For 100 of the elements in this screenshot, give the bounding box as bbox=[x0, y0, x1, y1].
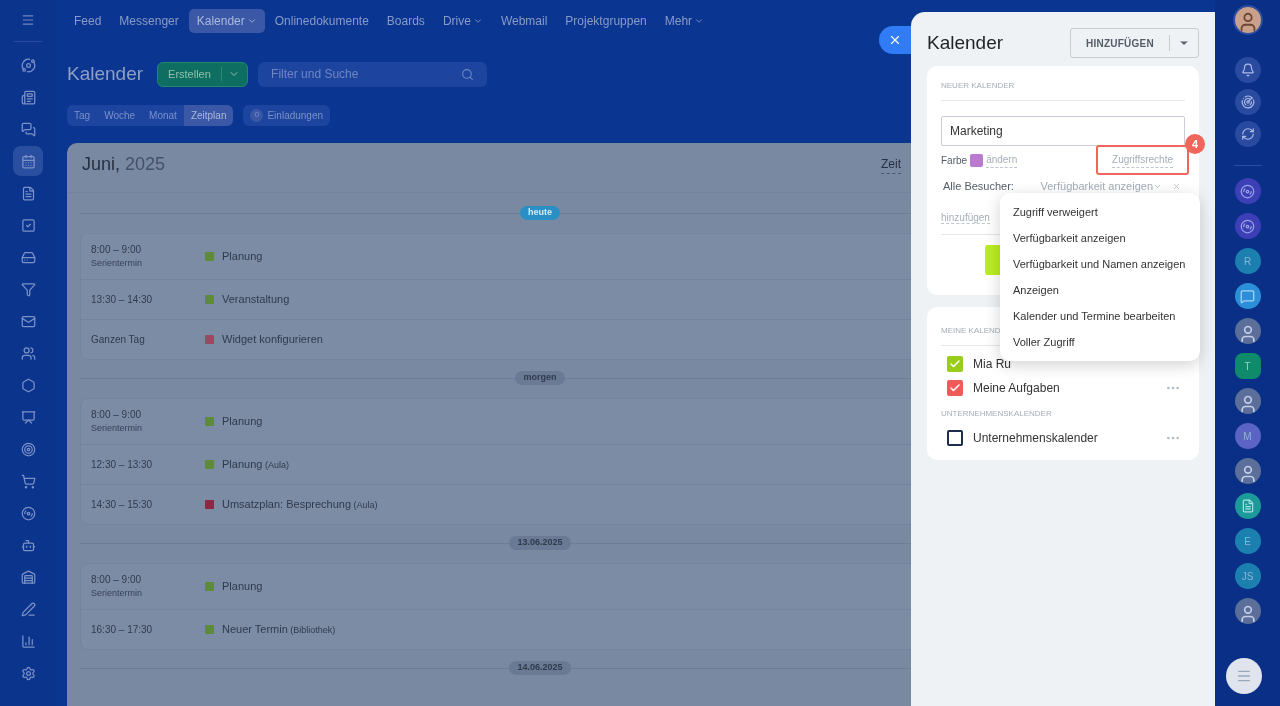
view-tab[interactable]: Zeitplan bbox=[183, 104, 234, 126]
month-title: Juni, 2025 bbox=[82, 152, 166, 176]
contact-avatar[interactable]: T bbox=[1234, 353, 1261, 379]
event-time: Ganzen Tag bbox=[91, 332, 146, 347]
settings-icon[interactable] bbox=[20, 665, 36, 681]
checkbox[interactable] bbox=[947, 355, 963, 372]
event-note: Serientermin bbox=[91, 586, 144, 600]
calendar-name[interactable]: Unternehmenskalender bbox=[973, 428, 1098, 447]
nav-tab[interactable]: Projektgruppen bbox=[557, 9, 655, 33]
event-title[interactable]: Planung (Aula) bbox=[222, 455, 289, 473]
checkbox[interactable] bbox=[947, 379, 963, 396]
contact-avatar[interactable] bbox=[1234, 598, 1261, 624]
add-button[interactable]: HINZUFÜGEN bbox=[1069, 28, 1199, 58]
color-swatch[interactable] bbox=[970, 153, 984, 167]
contact-avatar[interactable]: E bbox=[1234, 528, 1261, 554]
event-time: 14:30 – 15:30 bbox=[91, 497, 154, 512]
group-avatar-icon[interactable] bbox=[1234, 493, 1261, 519]
panel-title: Kalender bbox=[927, 30, 1004, 55]
event-note: Serientermin bbox=[91, 421, 144, 435]
contact-avatar[interactable] bbox=[1234, 458, 1261, 484]
event-note: Serientermin bbox=[91, 256, 144, 270]
access-rights-link[interactable]: Zugriffsrechte bbox=[1112, 152, 1173, 168]
pen-icon[interactable] bbox=[20, 601, 36, 617]
nav-tab[interactable]: Messenger bbox=[111, 9, 187, 33]
swirl-avatar-icon[interactable] bbox=[1234, 178, 1261, 204]
notification-icon[interactable] bbox=[1234, 57, 1261, 83]
profile-avatar[interactable] bbox=[1232, 5, 1263, 35]
close-button[interactable] bbox=[879, 26, 911, 54]
menu-icon bbox=[1236, 668, 1252, 684]
access-dropdown[interactable]: Verfügbarkeit anzeigen bbox=[1040, 178, 1162, 195]
change-link[interactable]: ändern bbox=[986, 152, 1018, 168]
contact-avatar[interactable]: JS bbox=[1234, 563, 1261, 589]
event-time: 16:30 – 17:30 bbox=[91, 622, 154, 637]
calendar-name[interactable]: Mia Ru bbox=[973, 354, 1011, 373]
task-icon[interactable] bbox=[20, 217, 36, 233]
chat-icon[interactable] bbox=[20, 121, 36, 137]
menu-item[interactable]: Verfügbarkeit anzeigen bbox=[1000, 225, 1200, 251]
event-time: 8:00 – 9:00 bbox=[91, 242, 143, 257]
close-icon bbox=[888, 33, 902, 47]
menu-item[interactable]: Verfügbarkeit und Namen anzeigen bbox=[1000, 251, 1200, 277]
mail-icon[interactable] bbox=[20, 313, 36, 329]
day-label: heute bbox=[520, 205, 560, 220]
menu-button[interactable] bbox=[1226, 658, 1262, 694]
document-icon[interactable] bbox=[20, 185, 36, 201]
orbit-icon[interactable] bbox=[20, 57, 36, 73]
warehouse-icon[interactable] bbox=[20, 569, 36, 585]
event-title[interactable]: Umsatzplan: Besprechung (Aula) bbox=[222, 495, 378, 513]
drive-icon[interactable] bbox=[20, 249, 36, 265]
contact-avatar[interactable] bbox=[1234, 318, 1261, 344]
nav-tab[interactable]: Drive bbox=[434, 9, 491, 33]
contact-avatar[interactable]: R bbox=[1234, 248, 1261, 274]
nav-tab[interactable]: Onlinedokumente bbox=[266, 9, 377, 33]
sync-icon[interactable] bbox=[1234, 121, 1261, 147]
radar-icon[interactable] bbox=[1234, 89, 1261, 115]
section-label: NEUER KALENDER bbox=[941, 80, 1185, 101]
create-button[interactable]: Erstellen bbox=[157, 61, 249, 87]
hexagon-icon[interactable] bbox=[20, 377, 36, 393]
calendar-name-field[interactable]: Marketing bbox=[941, 116, 1185, 146]
nav-tab[interactable]: Kalender bbox=[188, 9, 265, 33]
calendar-icon[interactable] bbox=[20, 153, 36, 169]
day-label: morgen bbox=[515, 370, 565, 385]
contact-avatar[interactable]: M bbox=[1234, 423, 1261, 449]
menu-item[interactable]: Voller Zugriff bbox=[1000, 329, 1200, 355]
disc-icon[interactable] bbox=[20, 505, 36, 521]
event-title[interactable]: Planung bbox=[222, 577, 263, 595]
nav-tab[interactable]: Boards bbox=[378, 9, 433, 33]
menu-icon[interactable] bbox=[21, 13, 35, 27]
nav-tab[interactable]: Feed bbox=[66, 9, 110, 33]
event-title[interactable]: Neuer Termin (Bibliothek) bbox=[222, 620, 336, 638]
column-header: Zeit bbox=[881, 154, 901, 174]
add-link[interactable]: hinzufügen bbox=[941, 211, 990, 224]
event-time: 8:00 – 9:00 bbox=[91, 407, 143, 422]
calendar-name[interactable]: Meine Aufgaben bbox=[973, 378, 1060, 397]
target-icon[interactable] bbox=[20, 441, 36, 457]
event-title[interactable]: Planung bbox=[222, 412, 263, 430]
search-field[interactable]: Filter und Suche bbox=[258, 61, 488, 87]
chart-icon[interactable] bbox=[20, 633, 36, 649]
menu-item[interactable]: Zugriff verweigert bbox=[1000, 199, 1200, 225]
nav-tab[interactable]: Webmail bbox=[492, 9, 556, 33]
checkbox[interactable] bbox=[947, 429, 963, 446]
cart-icon[interactable] bbox=[20, 473, 36, 489]
swirl-avatar-icon[interactable] bbox=[1234, 213, 1261, 239]
event-title[interactable]: Veranstaltung bbox=[222, 290, 290, 308]
chat-avatar-icon[interactable] bbox=[1234, 283, 1261, 309]
people-icon[interactable] bbox=[20, 345, 36, 361]
checkmark-icon bbox=[949, 381, 961, 394]
nav-tab[interactable]: Mehr bbox=[656, 9, 713, 33]
robot-icon[interactable] bbox=[20, 537, 36, 553]
funnel-icon[interactable] bbox=[20, 281, 36, 297]
view-tab[interactable]: Tag bbox=[67, 104, 98, 126]
event-title[interactable]: Widget konfigurieren bbox=[222, 330, 323, 348]
view-tab[interactable]: Woche bbox=[97, 104, 143, 126]
color-label: Farbe bbox=[941, 153, 968, 168]
menu-item[interactable]: Anzeigen bbox=[1000, 277, 1200, 303]
news-icon[interactable] bbox=[20, 89, 36, 105]
view-tab[interactable]: Monat bbox=[142, 104, 184, 126]
event-title[interactable]: Planung bbox=[222, 247, 263, 265]
board-icon[interactable] bbox=[20, 409, 36, 425]
contact-avatar[interactable] bbox=[1234, 388, 1261, 414]
menu-item[interactable]: Kalender und Termine bearbeiten bbox=[1000, 303, 1200, 329]
